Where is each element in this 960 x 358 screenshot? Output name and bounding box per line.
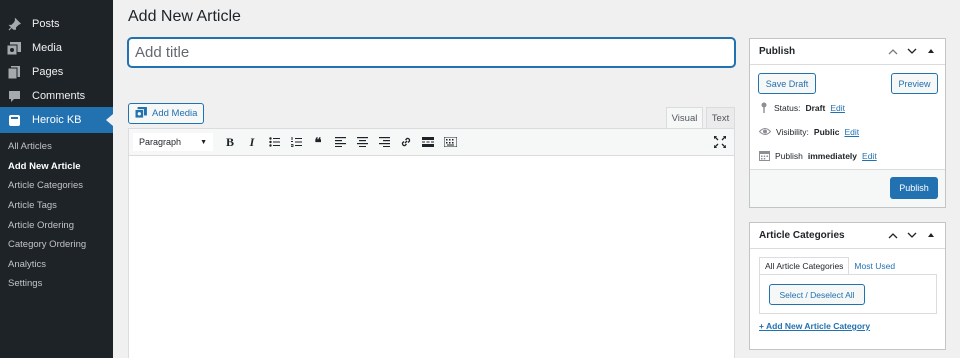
kb-icon [7,113,21,127]
add-media-label: Add Media [152,108,198,119]
add-new-category-link[interactable]: + Add New Article Category [759,321,870,331]
preview-button[interactable]: Preview [891,73,938,94]
publish-actions: Publish [750,169,945,207]
eye-icon [758,127,772,138]
align-right-icon [378,137,390,147]
visibility-value: Public [813,127,840,137]
align-center-icon [356,137,368,147]
format-select-value: Paragraph [139,137,182,147]
submenu-article-ordering[interactable]: Article Ordering [0,215,113,235]
align-left-icon [334,137,346,147]
read-more-button[interactable] [417,132,439,152]
collapse-toggle-icon[interactable] [925,45,937,57]
fullscreen-button[interactable] [713,135,727,153]
sidebar-item-label: Comments [32,90,86,102]
status-edit-link[interactable]: Edit [830,103,845,113]
sidebar-submenu: All Articles Add New Article Article Cat… [0,137,113,294]
calendar-icon [759,150,770,163]
bold-icon: B [225,134,234,149]
italic-button[interactable]: I [241,132,263,152]
select-deselect-all-button[interactable]: Select / Deselect All [769,284,865,305]
submenu-category-ordering[interactable]: Category Ordering [0,235,113,255]
visibility-edit-link[interactable]: Edit [844,127,859,137]
schedule-row: Publish immediately Edit [759,149,877,163]
pin-icon [759,102,769,115]
blockquote-icon: ❝ [314,134,322,150]
submenu-settings[interactable]: Settings [0,274,113,294]
status-row: Status: Draft Edit [759,101,845,115]
align-center-button[interactable] [351,132,373,152]
page-title: Add New Article [128,8,241,25]
numbered-list-button[interactable] [285,132,307,152]
save-draft-button[interactable]: Save Draft [758,73,816,94]
tab-text[interactable]: Text [706,107,735,128]
sidebar-item-label: Heroic KB [32,114,82,126]
pages-icon [7,65,21,79]
submenu-analytics[interactable]: Analytics [0,255,113,275]
schedule-label: Publish [775,151,803,161]
tab-visual[interactable]: Visual [666,107,703,128]
categories-panel: Select / Deselect All [759,274,937,314]
move-down-icon[interactable] [906,45,918,57]
title-input[interactable] [128,38,735,67]
align-left-button[interactable] [329,132,351,152]
tab-all-categories[interactable]: All Article Categories [759,257,850,275]
sidebar-item-label: Posts [32,18,60,30]
schedule-value: immediately [807,151,858,161]
read-more-icon [422,137,434,147]
move-down-icon[interactable] [906,229,918,241]
tab-most-used[interactable]: Most Used [849,257,900,275]
media-icon [134,106,147,121]
submenu-article-tags[interactable]: Article Tags [0,196,113,216]
schedule-edit-link[interactable]: Edit [862,151,877,161]
bold-button[interactable]: B [219,132,241,152]
add-media-button[interactable]: Add Media [128,103,205,124]
media-icon [7,41,21,55]
link-icon [401,137,411,147]
categories-box-header: Article Categories [750,223,945,249]
format-select[interactable]: Paragraph ▼ [133,133,213,151]
bullet-list-button[interactable] [263,132,285,152]
insert-link-button[interactable] [395,132,417,152]
sidebar-item-posts[interactable]: Posts [0,12,113,36]
categories-box-title: Article Categories [759,230,845,241]
toolbar-toggle-button[interactable] [439,132,461,152]
sidebar-item-pages[interactable]: Pages [0,60,113,84]
numbered-list-icon [290,137,302,147]
visibility-row: Visibility: Public Edit [758,125,859,139]
sidebar-item-media[interactable]: Media [0,36,113,60]
publish-box-title: Publish [759,46,796,57]
editor-toolbar: Paragraph ▼ B I ❝ [129,129,734,156]
collapse-toggle-icon[interactable] [925,229,937,241]
article-categories-box: Article Categories All Article Categorie… [749,222,946,350]
move-up-icon[interactable] [887,229,899,241]
status-label: Status: [774,103,801,113]
visibility-label: Visibility: [776,127,809,137]
fullscreen-icon [713,135,727,149]
align-right-button[interactable] [373,132,395,152]
sidebar-item-label: Media [32,42,62,54]
submenu-add-new-article[interactable]: Add New Article [0,157,113,177]
sidebar-item-heroic-kb[interactable]: Heroic KB [0,107,113,133]
bullet-list-icon [268,137,280,147]
content-editor[interactable]: Paragraph ▼ B I ❝ [128,128,735,358]
caret-down-icon: ▼ [200,138,207,146]
submenu-all-articles[interactable]: All Articles [0,137,113,157]
submenu-article-categories[interactable]: Article Categories [0,176,113,196]
blockquote-button[interactable]: ❝ [307,132,329,152]
move-up-icon[interactable] [887,45,899,57]
keyboard-icon [443,137,457,147]
status-value: Draft [805,103,826,113]
publish-button[interactable]: Publish [890,177,938,199]
comments-icon [7,89,21,103]
italic-icon: I [249,134,255,149]
publish-box: Publish Save Draft Preview Status: Draft… [749,38,946,208]
sidebar-item-comments[interactable]: Comments [0,84,113,108]
sidebar-item-label: Pages [32,66,64,78]
publish-box-header: Publish [750,39,945,65]
pin-icon [7,17,21,31]
categories-tabs: All Article Categories Most Used [759,257,900,275]
admin-sidebar: Posts Media Pages Comments Heroic KB All… [0,0,113,358]
